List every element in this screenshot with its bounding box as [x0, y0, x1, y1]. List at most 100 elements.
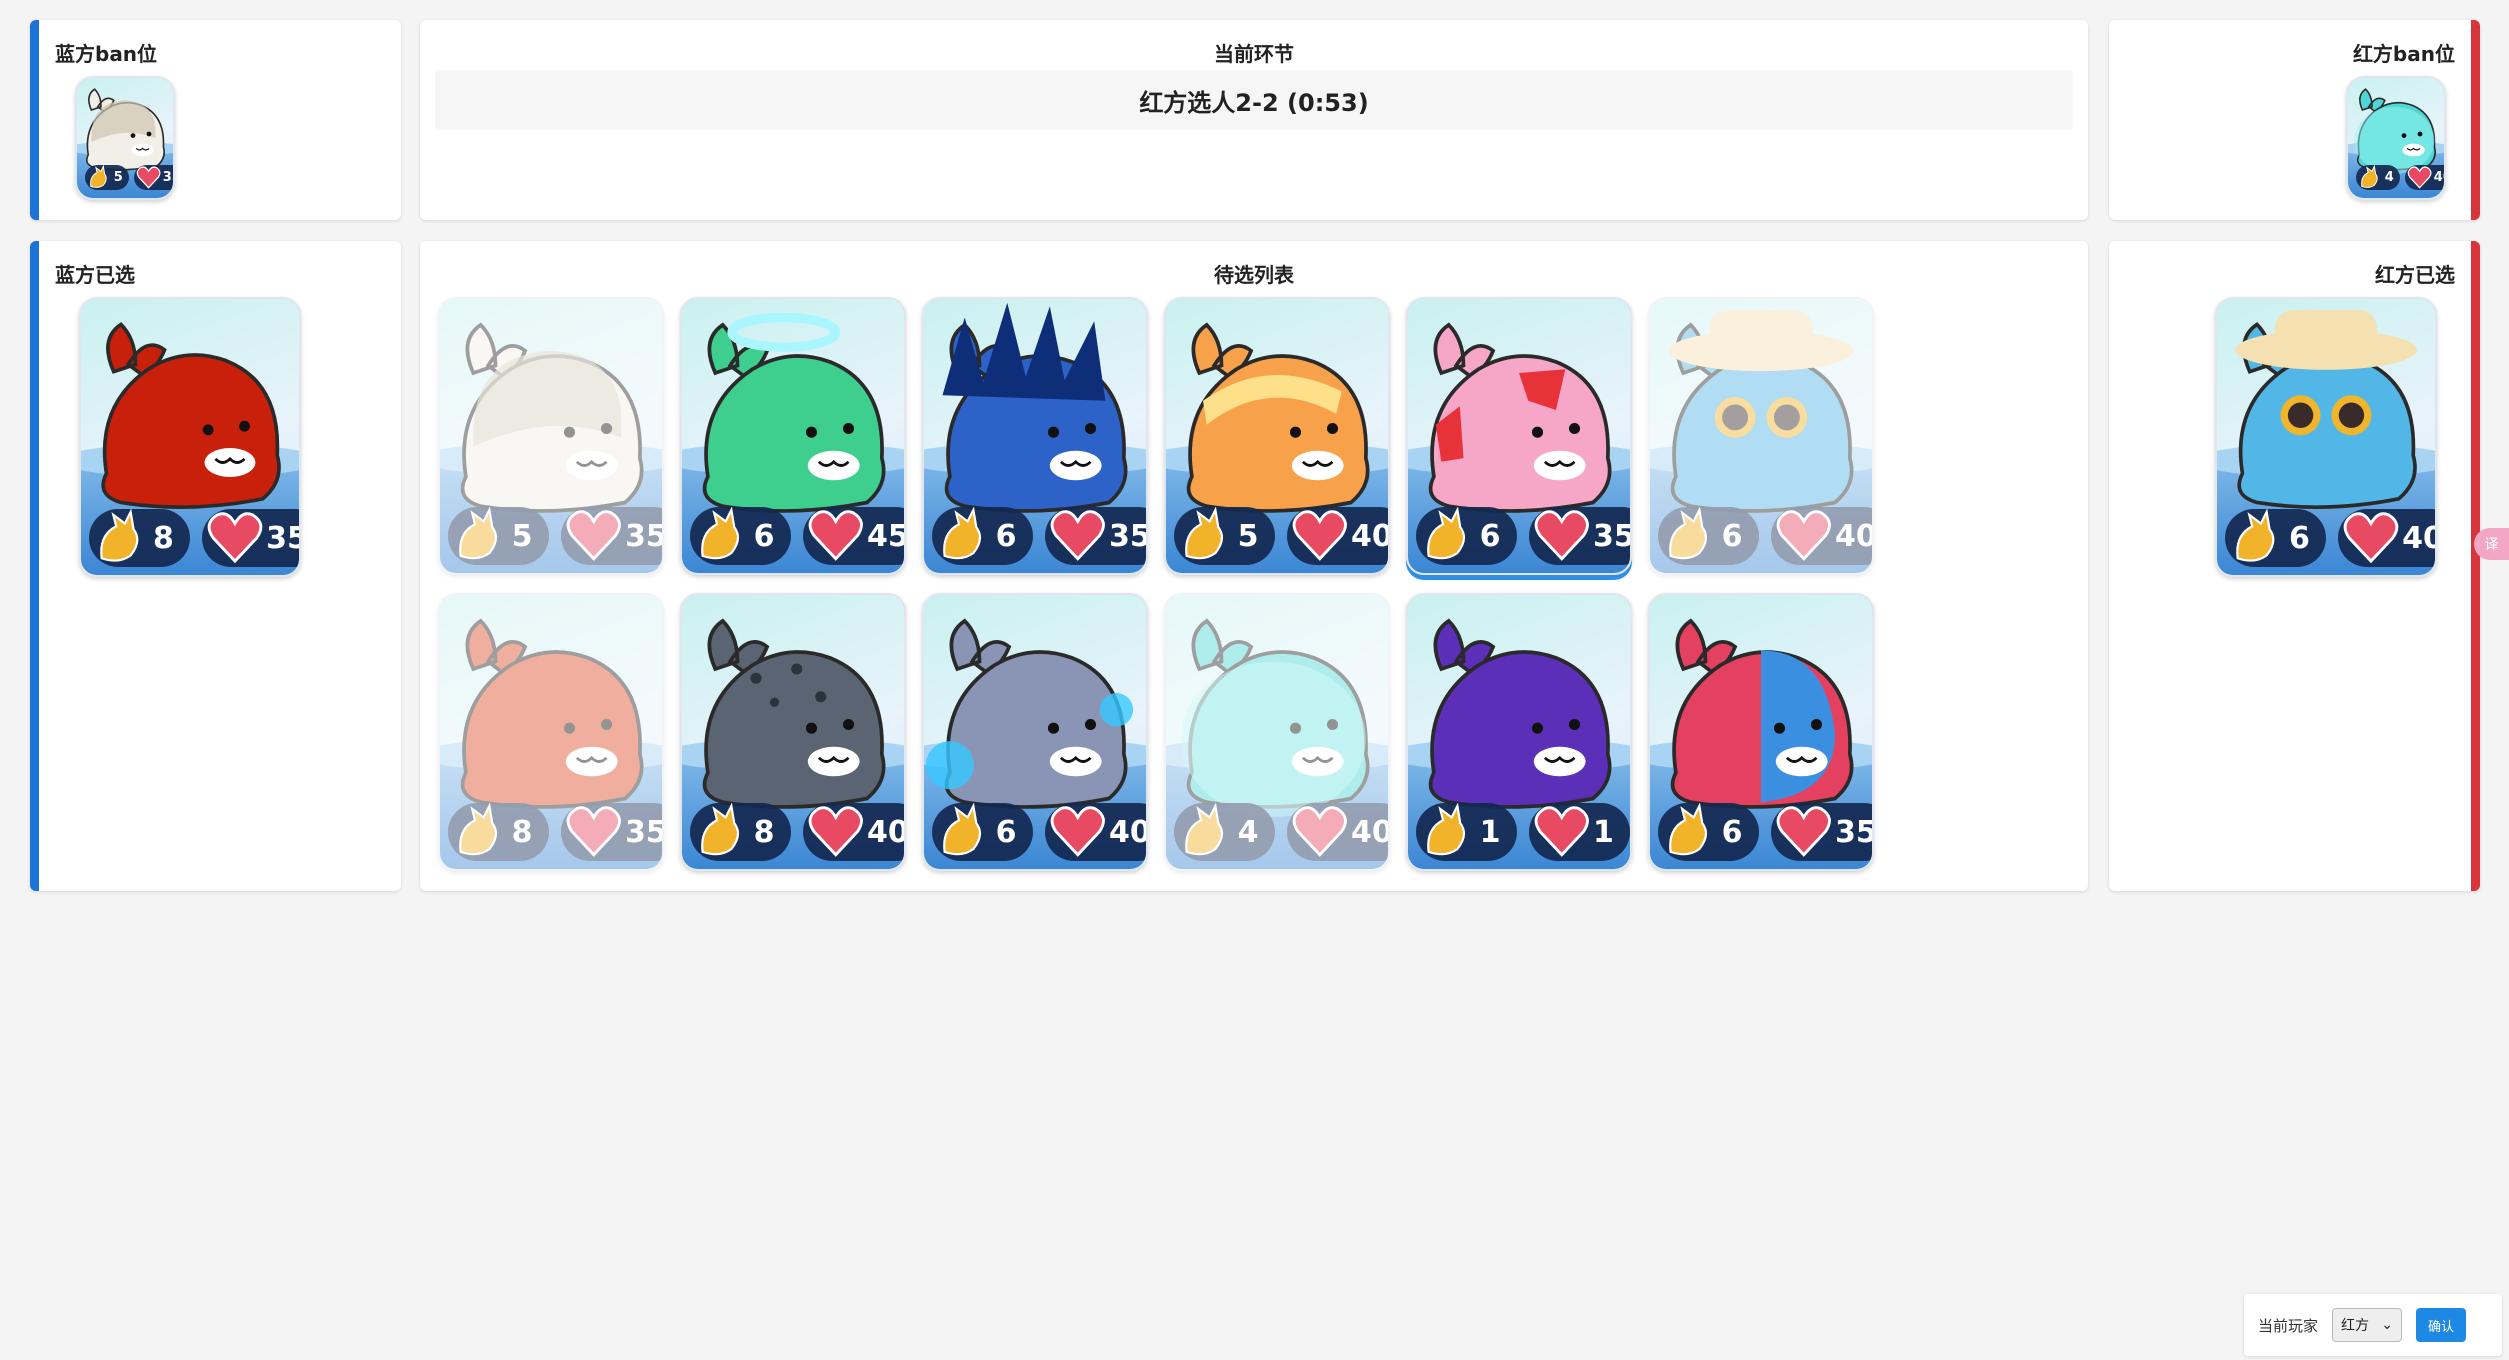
card-stats: 6 40 [932, 803, 1146, 861]
claw-icon [936, 507, 994, 565]
hero-card-salmon[interactable]: 8 35 [438, 593, 664, 871]
speed-stat: 5 [1174, 507, 1275, 565]
heart-icon [1049, 803, 1107, 861]
hp-value: 35 [266, 520, 299, 556]
speed-stat: 6 [932, 803, 1033, 861]
speed-value: 4 [2384, 169, 2394, 185]
speed-value: 5 [113, 169, 123, 185]
heart-icon [136, 165, 161, 190]
speed-value: 6 [1721, 518, 1743, 554]
hp-value: 1 [1592, 814, 1614, 850]
hp-stat: 40 [2338, 509, 2435, 567]
hp-stat: 40 [2405, 164, 2444, 190]
speed-stat: 5 [85, 164, 130, 190]
confirm-button[interactable]: 确认 [2416, 1308, 2467, 1342]
hp-stat: 40 [1287, 803, 1388, 861]
current-player-label: 当前玩家 [2258, 1316, 2319, 1335]
hero-card-halo[interactable]: 6 45 [680, 297, 906, 575]
speed-value: 8 [511, 814, 533, 850]
heart-icon [1775, 803, 1833, 861]
speed-value: 8 [753, 814, 775, 850]
speed-stat: 6 [2225, 509, 2327, 567]
hp-value: 35 [1592, 518, 1632, 554]
hp-value: 35 [624, 518, 664, 554]
claw-icon [2358, 164, 2383, 190]
red-ban-panel: 红方ban位 4 40 [2109, 20, 2480, 220]
hero-card-sunhat[interactable]: 6 40 [2215, 297, 2437, 577]
heart-icon [1049, 507, 1107, 565]
heart-icon [2407, 165, 2432, 190]
hp-value: 40 [2433, 169, 2444, 185]
card-stats: 6 35 [1416, 507, 1630, 565]
speed-stat: 8 [89, 509, 191, 567]
card-stats: 4 40 [1174, 803, 1388, 861]
blue-ban-title: 蓝方ban位 [55, 42, 158, 66]
blue-ban-panel: 蓝方ban位 5 35 [30, 20, 401, 220]
chevron-down-icon: ⌄ [2381, 1317, 2394, 1333]
heart-icon [2342, 509, 2400, 567]
speed-stat: 6 [1658, 803, 1759, 861]
hp-stat: 40 [1771, 507, 1874, 565]
hp-stat: 40 [1287, 507, 1390, 565]
hp-value: 40 [866, 814, 906, 850]
hp-value: 45 [866, 518, 906, 554]
claw-icon [87, 164, 112, 190]
card-stats: 6 40 [1658, 507, 1872, 565]
speed-value: 6 [2288, 520, 2310, 556]
hero-card-bandage[interactable]: 5 35 [438, 297, 664, 575]
hp-stat: 35 [1045, 507, 1148, 565]
hp-stat: 35 [561, 803, 662, 861]
claw-icon [1662, 507, 1720, 565]
claw-icon [1420, 803, 1478, 861]
card-stats: 8 35 [448, 803, 662, 861]
hero-card-spiky[interactable]: 6 35 [922, 297, 1148, 575]
hero-card-orbs[interactable]: 6 40 [922, 593, 1148, 871]
hero-card-purple[interactable]: 1 1 [1406, 593, 1632, 871]
speed-stat: 1 [1416, 803, 1517, 861]
heart-icon [1533, 803, 1591, 861]
hp-value: 40 [1834, 518, 1874, 554]
pool-panel: 待选列表 5 35 6 45 6 35 5 40 6 35 6 40 8 35 … [420, 241, 2088, 891]
hero-card-ghost[interactable]: 4 40 [1164, 593, 1390, 871]
hero-card-stripe[interactable]: 5 40 [1164, 297, 1390, 575]
claw-icon [1178, 803, 1236, 861]
hp-value: 40 [1350, 518, 1390, 554]
speed-value: 1 [1479, 814, 1501, 850]
blue-picked-panel: 蓝方已选 8 35 [30, 241, 401, 891]
speed-value: 6 [995, 518, 1017, 554]
translate-tab[interactable]: 译 [2474, 528, 2509, 560]
hp-stat: 35 [202, 509, 299, 567]
hp-stat: 35 [1771, 803, 1872, 861]
speed-stat: 4 [1174, 803, 1275, 861]
claw-icon [694, 803, 752, 861]
card-stats: 8 35 [89, 509, 299, 567]
speed-stat: 4 [2356, 164, 2401, 190]
hero-card-pink[interactable]: 6 35 [1406, 297, 1632, 575]
speed-stat: 8 [448, 803, 549, 861]
hero-card-sunhat[interactable]: 6 40 [1648, 297, 1874, 575]
speed-stat: 5 [448, 507, 549, 565]
hero-card-red[interactable]: 8 35 [79, 297, 301, 577]
hp-stat: 45 [803, 507, 906, 565]
hp-value: 35 [1108, 518, 1148, 554]
player-select[interactable]: 红方 ⌄ [2332, 1308, 2403, 1342]
heart-icon [1775, 507, 1833, 565]
card-stats: 4 40 [2356, 164, 2444, 190]
claw-icon [1420, 507, 1478, 565]
speed-value: 5 [511, 518, 533, 554]
hero-card-bandage[interactable]: 5 35 [75, 76, 175, 200]
heart-icon [807, 507, 865, 565]
hp-value: 35 [162, 169, 173, 185]
card-stats: 5 35 [448, 507, 662, 565]
hp-stat: 40 [803, 803, 906, 861]
red-picked-panel: 红方已选 6 40 [2109, 241, 2480, 891]
hero-card-spotted[interactable]: 8 40 [680, 593, 906, 871]
hero-card-ghost[interactable]: 4 40 [2346, 76, 2446, 200]
hero-card-split[interactable]: 6 35 [1648, 593, 1874, 871]
heart-icon [807, 803, 865, 861]
claw-icon [452, 507, 510, 565]
speed-stat: 6 [1658, 507, 1759, 565]
heart-icon [206, 509, 264, 567]
heart-icon [1291, 803, 1349, 861]
card-stats: 6 45 [690, 507, 904, 565]
